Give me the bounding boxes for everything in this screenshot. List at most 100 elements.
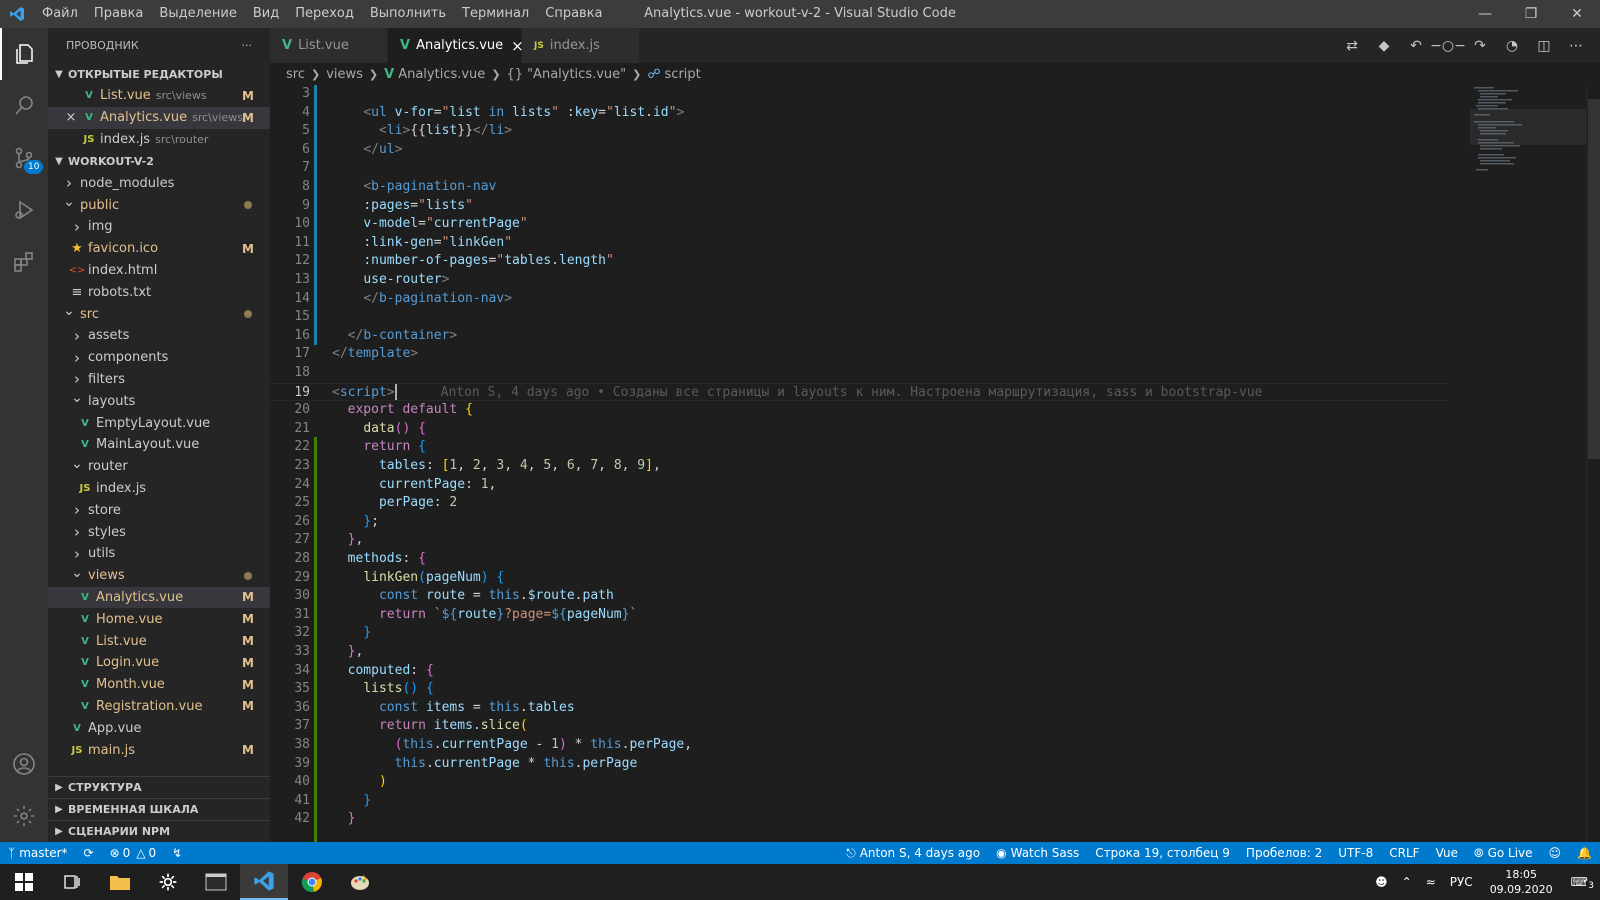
timeline-section[interactable]: ▶ ВРЕМЕННАЯ ШКАЛА bbox=[48, 798, 270, 820]
code-line[interactable]: 23 tables: [1, 2, 3, 4, 5, 6, 7, 8, 9], bbox=[270, 457, 1450, 476]
code-line[interactable]: 42 } bbox=[270, 810, 1450, 829]
tree-item[interactable]: › styles bbox=[48, 521, 270, 543]
people-icon[interactable]: ☻ bbox=[1368, 875, 1395, 889]
toggle-blame-icon[interactable]: ◔ bbox=[1496, 38, 1528, 54]
code-line[interactable]: 29 linkGen(pageNum) { bbox=[270, 569, 1450, 588]
git-blame-status[interactable]: ⎋ Anton S, 4 days ago bbox=[838, 842, 988, 864]
problems-status[interactable]: ⊗ 0 △ 0 bbox=[102, 842, 165, 864]
notifications-bell-icon[interactable]: 🔔 bbox=[1569, 842, 1600, 864]
code-line[interactable]: 17 </template> bbox=[270, 345, 1450, 364]
search-icon[interactable] bbox=[0, 80, 48, 132]
code-line[interactable]: 32 } bbox=[270, 624, 1450, 643]
open-editors-section[interactable]: ▼ ОТКРЫТЫЕ РЕДАКТОРЫ bbox=[48, 63, 270, 85]
breadcrumb-item[interactable]: "Analytics.vue" bbox=[527, 67, 626, 82]
tree-item[interactable]: ⌄ public bbox=[48, 194, 270, 216]
code-line[interactable]: 27 }, bbox=[270, 531, 1450, 550]
go-live-button[interactable]: ⦾ Go Live bbox=[1466, 842, 1541, 864]
tab-index-js[interactable]: JS index.js bbox=[522, 28, 640, 63]
code-line[interactable]: 19 <script> Anton S, 4 days ago • Созданы … bbox=[270, 382, 1450, 402]
code-line[interactable]: 8 <b-pagination-nav bbox=[270, 178, 1450, 197]
language-indicator[interactable]: РУС bbox=[1443, 875, 1480, 889]
tree-item[interactable]: ⌄ layouts bbox=[48, 390, 270, 412]
settings-gear-icon[interactable] bbox=[144, 864, 192, 900]
vscode-taskbar-icon[interactable] bbox=[240, 864, 288, 900]
tree-item[interactable]: V App.vue bbox=[48, 717, 270, 739]
clock[interactable]: 18:05 09.09.2020 bbox=[1480, 867, 1563, 897]
code-line[interactable]: 37 return items.slice( bbox=[270, 717, 1450, 736]
code-line[interactable]: 28 methods: { bbox=[270, 550, 1450, 569]
menu-terminal[interactable]: Терминал bbox=[454, 0, 537, 28]
restore-icon[interactable]: ❐ bbox=[1508, 0, 1554, 28]
minimize-icon[interactable]: — bbox=[1462, 0, 1508, 28]
code-line[interactable]: 38 (this.currentPage - 1) * this.perPage… bbox=[270, 736, 1450, 755]
editor-scrollbar[interactable] bbox=[1586, 85, 1600, 842]
explorer-icon[interactable] bbox=[0, 28, 48, 80]
code-line[interactable]: 31 return `${route}?page=${pageNum}` bbox=[270, 606, 1450, 625]
code-line[interactable]: 10 v-model="currentPage" bbox=[270, 215, 1450, 234]
code-line[interactable]: 14 </b-pagination-nav> bbox=[270, 290, 1450, 309]
terminal-icon[interactable] bbox=[192, 864, 240, 900]
tree-item[interactable]: V Home.vue M bbox=[48, 608, 270, 630]
menu-help[interactable]: Справка bbox=[537, 0, 610, 28]
code-line[interactable]: 40 ) bbox=[270, 773, 1450, 792]
feedback-icon[interactable]: ☺ bbox=[1541, 842, 1570, 864]
tree-item[interactable]: V MainLayout.vue bbox=[48, 434, 270, 456]
chrome-icon[interactable] bbox=[288, 864, 336, 900]
project-section[interactable]: ▼ WORKOUT-V-2 bbox=[48, 150, 270, 172]
code-line[interactable]: 18 bbox=[270, 364, 1450, 383]
tree-item[interactable]: V Login.vue M bbox=[48, 652, 270, 674]
tree-item[interactable]: › filters bbox=[48, 369, 270, 391]
tree-item[interactable]: JS index.js bbox=[48, 478, 270, 500]
tree-item[interactable]: V List.vue M bbox=[48, 630, 270, 652]
code-line[interactable]: 26 }; bbox=[270, 513, 1450, 532]
close-editor-icon[interactable]: × bbox=[64, 110, 78, 125]
code-line[interactable]: 36 const items = this.tables bbox=[270, 699, 1450, 718]
tree-item[interactable]: <> index.html bbox=[48, 260, 270, 282]
tree-item[interactable]: › store bbox=[48, 499, 270, 521]
branch-status[interactable]: ᛉ master* bbox=[0, 842, 76, 864]
code-line[interactable]: 30 const route = this.$route.path bbox=[270, 587, 1450, 606]
menu-file[interactable]: Файл bbox=[34, 0, 86, 28]
compare-changes-icon[interactable]: ⇄ bbox=[1336, 38, 1368, 54]
code-line[interactable]: 13 use-router> bbox=[270, 271, 1450, 290]
watch-sass-button[interactable]: ◉ Watch Sass bbox=[988, 842, 1087, 864]
tree-item[interactable]: V Registration.vue M bbox=[48, 696, 270, 718]
code-line[interactable]: 7 bbox=[270, 159, 1450, 178]
lightning-status[interactable]: ↯ bbox=[164, 842, 190, 864]
tree-item[interactable]: › assets bbox=[48, 325, 270, 347]
language-mode[interactable]: Vue bbox=[1428, 842, 1466, 864]
code-line[interactable]: 33 }, bbox=[270, 643, 1450, 662]
code-line[interactable]: 22 return { bbox=[270, 438, 1450, 457]
account-icon[interactable] bbox=[0, 738, 48, 790]
more-icon[interactable]: ⋯ bbox=[1560, 38, 1592, 54]
tab-list-vue[interactable]: V List.vue bbox=[270, 28, 388, 63]
npm-scripts-section[interactable]: ▶ СЦЕНАРИИ NPM bbox=[48, 820, 270, 842]
source-control-icon[interactable]: 10 bbox=[0, 132, 48, 184]
tree-item[interactable]: V Analytics.vue M bbox=[48, 586, 270, 609]
manage-gear-icon[interactable] bbox=[0, 790, 48, 842]
code-line[interactable]: 20 export default { bbox=[270, 401, 1450, 420]
open-editor-item[interactable]: × V Analytics.vue src\views M bbox=[48, 106, 270, 129]
code-line[interactable]: 16 </b-container> bbox=[270, 327, 1450, 346]
tab-analytics-vue[interactable]: V Analytics.vue × bbox=[388, 28, 524, 63]
menu-run[interactable]: Выполнить bbox=[362, 0, 454, 28]
tree-item[interactable]: ⌄ router bbox=[48, 456, 270, 478]
next-change-icon[interactable]: ↷ bbox=[1464, 38, 1496, 54]
tree-item[interactable]: V EmptyLayout.vue bbox=[48, 412, 270, 434]
breadcrumb-item[interactable]: src bbox=[286, 67, 305, 82]
tree-item[interactable]: V Month.vue M bbox=[48, 674, 270, 696]
minimap[interactable] bbox=[1470, 85, 1586, 842]
breadcrumb-item[interactable]: Analytics.vue bbox=[398, 67, 485, 82]
code-line[interactable]: 6 </ul> bbox=[270, 141, 1450, 160]
code-line[interactable]: 24 currentPage: 1, bbox=[270, 476, 1450, 495]
sync-status[interactable]: ⟳ bbox=[76, 842, 102, 864]
code-line[interactable]: 5 <li>{{list}}</li> bbox=[270, 122, 1450, 141]
open-editor-item[interactable]: V List.vue src\views M bbox=[48, 85, 270, 107]
outline-section[interactable]: ▶ СТРУКТУРА bbox=[48, 776, 270, 798]
menu-selection[interactable]: Выделение bbox=[151, 0, 244, 28]
tree-item[interactable]: JS main.js M bbox=[48, 739, 270, 761]
commit-icon[interactable]: −○− bbox=[1430, 38, 1466, 54]
run-debug-icon[interactable] bbox=[0, 184, 48, 236]
tree-item[interactable]: › components bbox=[48, 347, 270, 369]
code-line[interactable]: 41 } bbox=[270, 792, 1450, 811]
